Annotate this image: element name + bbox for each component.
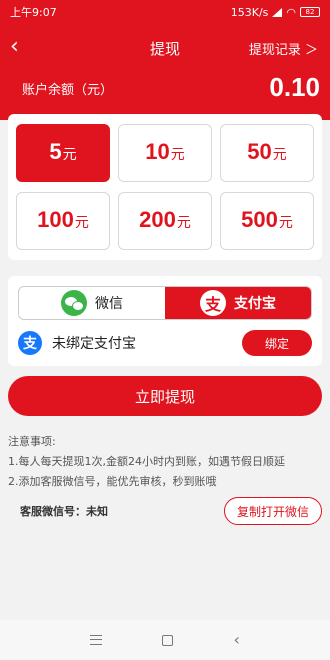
home-icon[interactable] [162, 634, 174, 646]
amount-option-100[interactable]: 100 元 [16, 192, 110, 250]
withdraw-now-button[interactable]: 立即提现 [8, 376, 322, 416]
tab-alipay[interactable]: 支 支付宝 [165, 287, 311, 319]
alipay-logo-icon: 支 [18, 331, 42, 355]
system-nav-bar: ‹ [0, 620, 330, 660]
amount-option-50[interactable]: 50 元 [220, 124, 314, 182]
alipay-icon: 支 [200, 290, 226, 316]
status-bar: 上午9:07 153K/s ◠ 82 [0, 0, 330, 24]
notes: 注意事项: 1.每人每天提现1次,金额24小时内到账，如遇节假日顺延 2.添加客… [8, 432, 326, 492]
header: ‹ 提现 提现记录 ＞ 账户余额（元） 0.10 [0, 24, 330, 120]
tab-alipay-label: 支付宝 [234, 296, 276, 312]
amount-option-5[interactable]: 5元 [16, 124, 110, 182]
amount-option-500[interactable]: 500 元 [220, 192, 314, 250]
amount-option-200[interactable]: 200 元 [118, 192, 212, 250]
alipay-binding-row: 支 未绑定支付宝 绑定 [18, 328, 312, 358]
menu-icon[interactable] [90, 635, 103, 645]
wifi-icon: ◠ [286, 5, 296, 19]
network-speed: 153K/s [230, 5, 269, 19]
tab-wechat-label: 微信 [95, 296, 123, 312]
payment-tabs: 微信 支 支付宝 [18, 286, 312, 320]
withdraw-records-link[interactable]: 提现记录 ＞ [249, 39, 318, 58]
battery-icon: 82 [300, 7, 320, 17]
nav-back-icon[interactable]: ‹ [233, 632, 239, 648]
service-wechat-label: 客服微信号：未知 [20, 505, 108, 518]
copy-open-wechat-button[interactable]: 复制打开微信 [224, 497, 322, 525]
balance-label: 账户余额（元） [22, 83, 114, 98]
signal-icon [272, 7, 283, 17]
amount-option-10[interactable]: 10 元 [118, 124, 212, 182]
amount-options: 5元 10 元 50 元 100 元 200 元 500 元 [8, 114, 322, 260]
wechat-icon [61, 290, 87, 316]
notes-title: 注意事项: [8, 435, 56, 448]
status-time: 上午9:07 [10, 6, 57, 19]
unbound-alipay-text: 未绑定支付宝 [52, 336, 136, 352]
payment-method-card: 微信 支 支付宝 支 未绑定支付宝 绑定 [8, 276, 322, 366]
notes-line-2: 2.添加客服微信号，能优先审核，秒到账哦 [8, 475, 217, 488]
notes-line-1: 1.每人每天提现1次,金额24小时内到账，如遇节假日顺延 [8, 455, 285, 468]
bind-button[interactable]: 绑定 [242, 330, 312, 356]
tab-wechat[interactable]: 微信 [19, 287, 165, 319]
balance-value: 0.10 [269, 72, 320, 102]
customer-service-row: 客服微信号：未知 复制打开微信 [8, 494, 322, 528]
